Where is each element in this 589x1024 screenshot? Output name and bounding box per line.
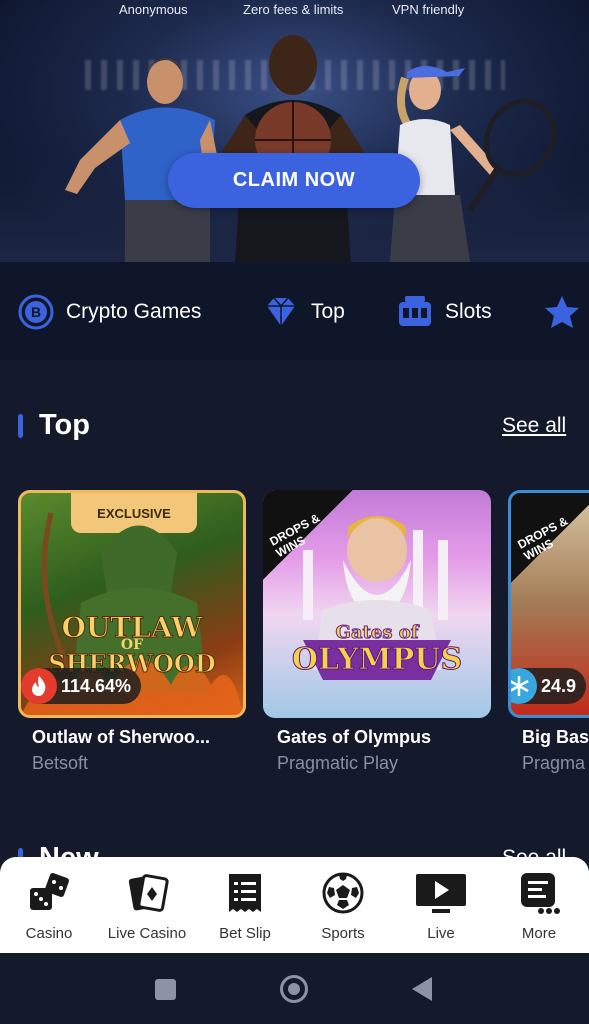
- feature-vpn: VPN friendly: [392, 2, 465, 17]
- rtp-value: 114.64%: [61, 675, 132, 696]
- app-screen: Anonymous Zero fees & limits VPN friendl…: [0, 0, 589, 1024]
- nav-label: Live Casino: [107, 925, 187, 942]
- category-label: Slots: [445, 300, 492, 323]
- game-provider: Pragmatic Play: [277, 753, 399, 773]
- nav-label: More: [521, 925, 557, 942]
- dice-icon: [30, 873, 69, 910]
- game-card-gates-of-olympus[interactable]: DROPS & WINS Gates of OLYMPUS Gates of O…: [263, 490, 491, 774]
- game-name: Outlaw of Sherwoo...: [32, 727, 211, 747]
- drops-wins-ribbon: DROPS & WINS: [263, 490, 353, 580]
- rtp-badge: 24.9: [511, 668, 587, 704]
- game-logo-line1: Gates of: [335, 622, 419, 644]
- home-icon[interactable]: [280, 975, 308, 1003]
- promo-banner[interactable]: Anonymous Zero fees & limits VPN friendl…: [0, 0, 589, 262]
- game-logo-line2: OLYMPUS: [291, 642, 463, 678]
- cards-icon: [128, 874, 169, 912]
- section-accent-bar: [18, 414, 23, 438]
- tennis-player-image: [390, 66, 557, 262]
- nav-live[interactable]: Live: [392, 871, 490, 942]
- nav-label: Live: [427, 925, 455, 942]
- snowflake-icon: [511, 668, 537, 704]
- star-icon: [545, 296, 579, 328]
- bottom-navigation: Casino Live Casino Bet Slip Sports Live …: [0, 857, 589, 953]
- nav-live-casino[interactable]: Live Casino: [98, 871, 196, 942]
- category-top[interactable]: Top: [263, 294, 345, 330]
- bitcoin-icon: B: [18, 294, 54, 330]
- nav-bet-slip[interactable]: Bet Slip: [196, 871, 294, 942]
- nav-label: Bet Slip: [219, 925, 271, 942]
- fire-icon: [21, 668, 57, 704]
- category-label: Crypto Games: [66, 300, 202, 323]
- more-icon: [521, 873, 560, 914]
- nav-casino[interactable]: Casino: [0, 871, 98, 942]
- feature-zero-fees: Zero fees & limits: [243, 2, 344, 17]
- top-section-header: Top See all: [0, 405, 589, 451]
- tv-play-icon: [416, 874, 466, 913]
- category-label: Top: [311, 300, 345, 323]
- nav-sports[interactable]: Sports: [294, 871, 392, 942]
- game-card-outlaw[interactable]: EXCLUSIVE OUTLAW OF SHERWOOD 114.64% Out…: [18, 490, 246, 774]
- nav-more[interactable]: More: [490, 871, 588, 942]
- rtp-value: 24.9: [541, 675, 577, 696]
- section-title: Top: [39, 409, 90, 441]
- category-favorites[interactable]: [543, 294, 581, 330]
- recents-icon[interactable]: [155, 979, 176, 1000]
- back-icon[interactable]: [412, 977, 432, 1001]
- svg-text:B: B: [31, 304, 41, 320]
- receipt-icon: [229, 874, 261, 912]
- game-thumbnail: EXCLUSIVE OUTLAW OF SHERWOOD 114.64%: [18, 490, 246, 718]
- soccer-ball-icon: [322, 872, 364, 914]
- system-navigation-bar: [0, 953, 589, 1024]
- feature-anonymous: Anonymous: [119, 2, 188, 17]
- category-crypto-games[interactable]: B Crypto Games: [18, 294, 201, 330]
- game-thumbnail: DROPS & WINS Gates of OLYMPUS: [263, 490, 491, 718]
- game-card-big-bass[interactable]: DROPS & WINS 24.9 Big Bas Pragma: [508, 490, 589, 774]
- nav-label: Sports: [321, 925, 365, 942]
- game-provider: Betsoft: [32, 753, 89, 773]
- game-name: Big Bas: [522, 727, 589, 747]
- claim-now-button[interactable]: CLAIM NOW: [168, 153, 420, 208]
- game-name: Gates of Olympus: [277, 727, 432, 747]
- rtp-badge: 114.64%: [21, 668, 142, 704]
- drops-wins-ribbon: DROPS & WINS: [511, 493, 589, 583]
- game-provider: Pragma: [522, 753, 586, 773]
- game-thumbnail: DROPS & WINS 24.9: [508, 490, 589, 718]
- nav-label: Casino: [25, 925, 73, 942]
- diamond-icon: [267, 297, 295, 326]
- category-strip: B Crypto Games Top Slots: [0, 262, 589, 360]
- basketball-player-image: [220, 35, 366, 262]
- slot-machine-icon: [399, 296, 431, 326]
- see-all-link[interactable]: See all: [502, 414, 566, 438]
- category-slots[interactable]: Slots: [397, 294, 492, 330]
